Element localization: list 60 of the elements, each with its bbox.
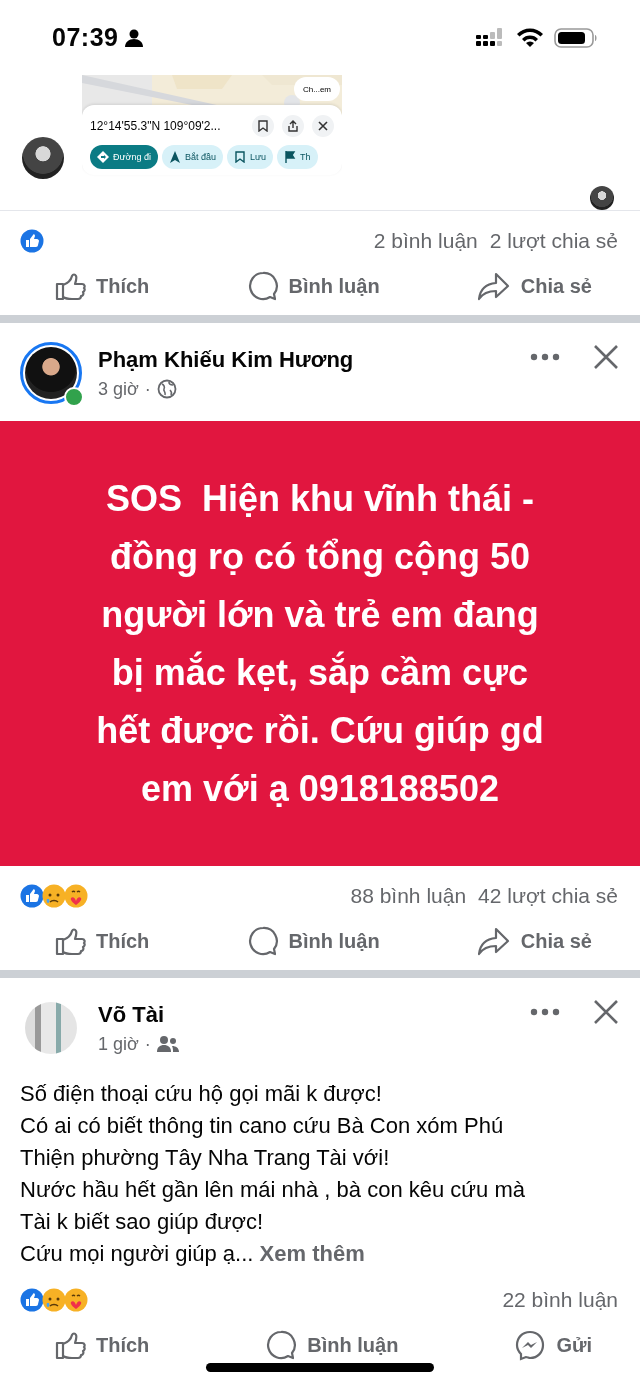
place-button[interactable]: Ch...em <box>294 77 340 101</box>
messenger-icon <box>514 1329 547 1361</box>
author-name[interactable]: Võ Tài <box>98 1001 530 1028</box>
close-icon <box>594 345 618 369</box>
speech-bubble-icon <box>246 270 279 302</box>
action-button[interactable]: Thích <box>54 925 150 957</box>
count-link[interactable]: 88 bình luận <box>350 884 467 908</box>
close-button[interactable] <box>312 115 334 137</box>
diamond-arrow-icon <box>97 151 109 163</box>
action-button[interactable]: Thích <box>54 270 150 302</box>
separator-dot: · <box>144 378 151 400</box>
action-button[interactable]: Bình luận <box>246 925 380 957</box>
share-button[interactable] <box>282 115 304 137</box>
flag-icon <box>284 151 297 163</box>
post-text: Số điện thoại cứu hộ gọi mãi k được! Có ai có biết thông tin cano cứu Bà Con xóm Phú Thiện phường Tây Nha Trang Tài với! Nước hầu hết gần lên mái nhà , bà con kêu cứu mà Tài k biết sao giúp được! Cứu mọi người giúp ạ... Xem thêm <box>19 1080 526 1268</box>
chip-button[interactable]: Th <box>277 145 318 169</box>
person-icon <box>124 27 145 48</box>
action-button[interactable]: Chia sẻ <box>476 925 592 957</box>
see-more-link[interactable]: Xem thêm <box>259 1241 365 1266</box>
post-time[interactable]: 3 giờ <box>98 378 139 400</box>
wifi-icon <box>516 27 544 48</box>
action-button[interactable]: Bình luận <box>265 1329 399 1361</box>
author-name[interactable]: Phạm Khiếu Kim Hương <box>98 346 530 373</box>
count-link[interactable]: 42 lượt chia sẻ <box>478 884 618 908</box>
avatar[interactable] <box>20 342 82 404</box>
post-time[interactable]: 1 giờ <box>98 1033 139 1055</box>
speech-bubble-icon <box>246 925 279 957</box>
battery-icon <box>554 26 598 49</box>
chip-button[interactable]: Lưu <box>227 145 274 169</box>
clock-time: 07:39 <box>52 23 119 52</box>
close-icon <box>318 121 328 131</box>
coordinates-text: 12°14'55.3"N 109°09'2... <box>90 119 221 133</box>
close-button[interactable] <box>594 1000 618 1024</box>
share-arrow-icon <box>476 270 511 302</box>
action-button[interactable]: Bình luận <box>246 270 380 302</box>
more-icon <box>530 1008 560 1016</box>
close-icon <box>594 1000 618 1024</box>
chip-button[interactable]: Bắt đầu <box>161 145 223 169</box>
action-button[interactable]: Gửi <box>514 1329 592 1361</box>
more-button[interactable] <box>530 1008 560 1016</box>
avatar[interactable] <box>590 186 614 210</box>
share-icon <box>288 120 298 132</box>
bookmark-button[interactable] <box>252 115 274 137</box>
avatar[interactable] <box>22 136 64 179</box>
separator-dot: · <box>144 1033 151 1055</box>
action-button[interactable]: Thích <box>54 1329 150 1361</box>
chip-button[interactable]: Đường đi <box>90 145 158 169</box>
share-arrow-icon <box>476 925 511 957</box>
bookmark-icon <box>234 151 246 163</box>
count-link[interactable]: 22 bình luận <box>502 1288 618 1312</box>
more-icon <box>530 353 560 361</box>
count-link[interactable]: 2 bình luận <box>373 229 478 253</box>
banner-text: SOS Hiện khu vĩnh thái - đồng rọ có tổng cộng 50 người lớn và trẻ em đang bị mắc kẹt, sắp cầm cực hết được rồi. Cứu giúp gd em với ạ 0918188502 <box>96 476 544 811</box>
navigation-arrow-icon <box>168 151 181 163</box>
bookmark-icon <box>258 120 268 132</box>
action-button[interactable]: Chia sẻ <box>476 270 592 302</box>
close-button[interactable] <box>594 345 618 369</box>
count-link[interactable]: 2 lượt chia sẻ <box>489 229 618 253</box>
more-button[interactable] <box>530 353 560 361</box>
speech-bubble-icon <box>265 1329 298 1361</box>
